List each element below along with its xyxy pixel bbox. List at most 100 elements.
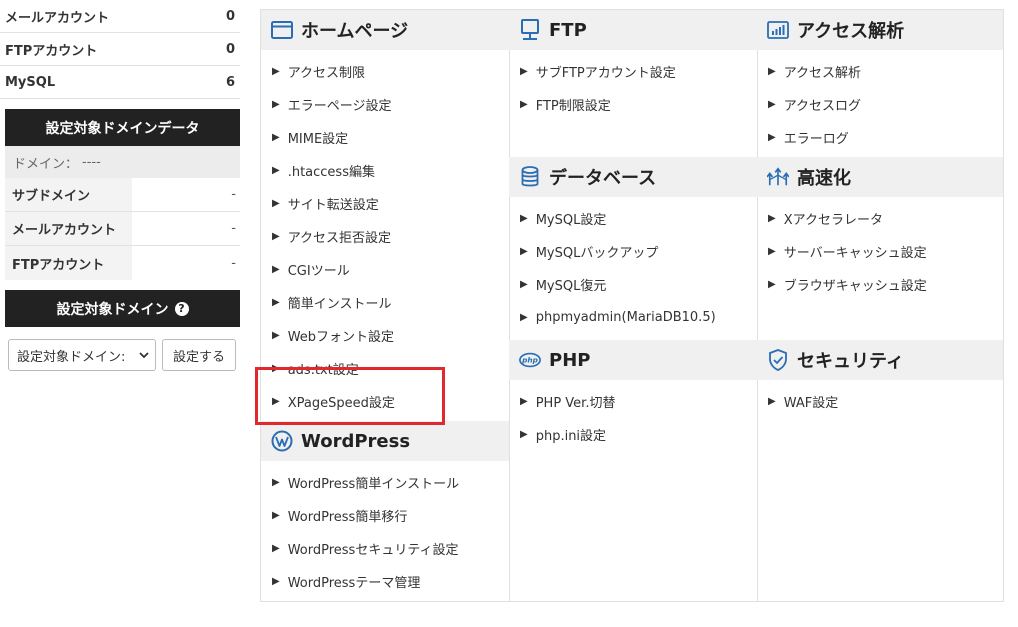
link-access-deny[interactable]: ▶ アクセス拒否設定 [261,220,509,253]
section-header: データベース [509,157,757,197]
section-title: アクセス解析 [797,21,905,42]
count-value: 0 [225,41,235,57]
link-cgi-tools[interactable]: ▶ CGIツール [261,253,509,286]
section-access-analysis: アクセス解析 ▶ アクセス解析 ▶ アクセスログ ▶ エラーログ [757,10,1003,154]
link-site-redirect[interactable]: ▶ サイト転送設定 [261,187,509,220]
arrow-right-icon: ▶ [520,213,528,224]
arrow-right-icon: ▶ [272,198,280,209]
link-wp-migrate[interactable]: ▶ WordPress簡単移行 [261,499,509,532]
link-label: FTP制限設定 [535,99,611,114]
arrow-right-icon: ▶ [520,396,528,407]
browser-window-icon [271,19,293,41]
menu-column-1: ホームページ ▶ アクセス制限 ▶ エラーページ設定 ▶ MIME設定 ▶ .htacc… [261,10,510,601]
link-error-page[interactable]: ▶ エラーページ設定 [261,88,509,121]
link-access-analysis[interactable]: ▶ アクセス解析 [757,55,1003,88]
link-label: アクセス解析 [783,66,862,81]
link-label: エラーログ [783,132,849,147]
row-value: - [231,255,236,271]
section-ftp: FTP ▶ サブFTPアカウント設定 ▶ FTP制限設定 [509,10,757,121]
arrow-right-icon: ▶ [520,429,528,440]
set-domain-button[interactable]: 設定する [162,339,237,371]
domain-data-row-mail: メールアカウント - [5,212,240,246]
count-label: MySQL [5,74,56,90]
arrow-right-icon: ▶ [768,66,776,77]
link-wp-theme[interactable]: ▶ WordPressテーマ管理 [261,565,509,598]
link-label: MIME設定 [287,132,349,147]
link-mysql-restore[interactable]: ▶ MySQL復元 [509,268,757,301]
arrow-right-icon: ▶ [272,297,280,308]
link-mime[interactable]: ▶ MIME設定 [261,121,509,154]
arrow-right-icon: ▶ [272,330,280,341]
target-domain-header: 設定対象ドメイン ? [5,290,240,327]
link-label: サーバーキャッシュ設定 [783,246,927,261]
domain-data-header: 設定対象ドメインデータ [5,109,240,146]
domain-value: ---- [82,154,101,170]
count-label: FTPアカウント [5,43,98,59]
section-header: アクセス解析 [757,10,1003,50]
speed-arrows-icon [767,166,789,188]
link-browser-cache[interactable]: ▶ ブラウザキャッシュ設定 [757,268,1003,301]
link-wp-security[interactable]: ▶ WordPressセキュリティ設定 [261,532,509,565]
link-label: CGIツール [287,264,350,279]
link-label: WordPressセキュリティ設定 [287,543,459,558]
link-error-log[interactable]: ▶ エラーログ [757,121,1003,154]
link-web-font[interactable]: ▶ Webフォント設定 [261,319,509,352]
link-label: PHP Ver.切替 [535,396,616,411]
php-icon: php [519,349,541,371]
arrow-right-icon: ▶ [272,543,280,554]
link-access-restriction[interactable]: ▶ アクセス制限 [261,55,509,88]
link-sub-ftp[interactable]: ▶ サブFTPアカウント設定 [509,55,757,88]
arrow-right-icon: ▶ [768,99,776,110]
link-label: WordPressテーマ管理 [287,576,421,591]
arrow-right-icon: ▶ [272,510,280,521]
menu-column-2: FTP ▶ サブFTPアカウント設定 ▶ FTP制限設定 データベース ▶ MySQL… [509,10,758,601]
link-htaccess[interactable]: ▶ .htaccess編集 [261,154,509,187]
section-header: 高速化 [757,157,1003,197]
link-label: MySQL復元 [535,279,607,294]
arrow-right-icon: ▶ [520,246,528,257]
link-php-ini[interactable]: ▶ php.ini設定 [509,418,757,451]
domain-data-row-ftp: FTPアカウント - [5,246,240,280]
link-ads-txt[interactable]: ▶ ads.txt設定 [261,352,509,385]
link-mysql-backup[interactable]: ▶ MySQLバックアップ [509,235,757,268]
wordpress-icon [271,430,293,452]
database-icon [519,166,541,188]
link-x-accelerator[interactable]: ▶ Xアクセラレータ [757,202,1003,235]
link-label: php.ini設定 [535,429,607,444]
arrow-right-icon: ▶ [768,279,776,290]
link-php-version[interactable]: ▶ PHP Ver.切替 [509,385,757,418]
domain-select[interactable]: 設定対象ドメイン: [8,339,156,371]
link-label: 簡単インストール [287,297,392,312]
link-label: ブラウザキャッシュ設定 [783,279,927,294]
row-value: - [231,221,236,236]
link-label: エラーページ設定 [287,99,392,114]
link-mysql-settings[interactable]: ▶ MySQL設定 [509,202,757,235]
link-label: サイト転送設定 [287,198,379,213]
link-label: アクセス拒否設定 [287,231,392,246]
link-access-log[interactable]: ▶ アクセスログ [757,88,1003,121]
section-title: PHP [549,349,591,371]
link-wp-easy-install[interactable]: ▶ WordPress簡単インストール [261,466,509,499]
count-label: メールアカウント [5,10,110,26]
arrow-right-icon: ▶ [520,99,528,110]
section-header: FTP [509,10,757,50]
link-ftp-restriction[interactable]: ▶ FTP制限設定 [509,88,757,121]
arrow-right-icon: ▶ [272,477,280,488]
link-phpmyadmin[interactable]: ▶ phpmyadmin(MariaDB10.5) [509,301,757,334]
section-wordpress: WordPress ▶ WordPress簡単インストール ▶ WordPress簡… [261,421,509,598]
target-domain-title: 設定対象ドメイン [56,301,169,318]
link-waf[interactable]: ▶ WAF設定 [757,385,1003,418]
section-title: WordPress [301,430,411,452]
link-label: WAF設定 [783,396,839,411]
link-server-cache[interactable]: ▶ サーバーキャッシュ設定 [757,235,1003,268]
link-label: ads.txt設定 [287,363,359,378]
section-header: php PHP [509,340,757,380]
section-security: セキュリティ ▶ WAF設定 [757,340,1003,418]
link-label: MySQLバックアップ [535,246,659,261]
help-icon[interactable]: ? [174,301,189,316]
domain-data-row-subdomain: サブドメイン - [5,178,240,212]
section-php: php PHP ▶ PHP Ver.切替 ▶ php.ini設定 [509,340,757,451]
link-easy-install[interactable]: ▶ 簡単インストール [261,286,509,319]
link-xpagespeed[interactable]: ▶ XPageSpeed設定 [261,385,509,418]
link-label: WordPress簡単移行 [287,510,408,525]
